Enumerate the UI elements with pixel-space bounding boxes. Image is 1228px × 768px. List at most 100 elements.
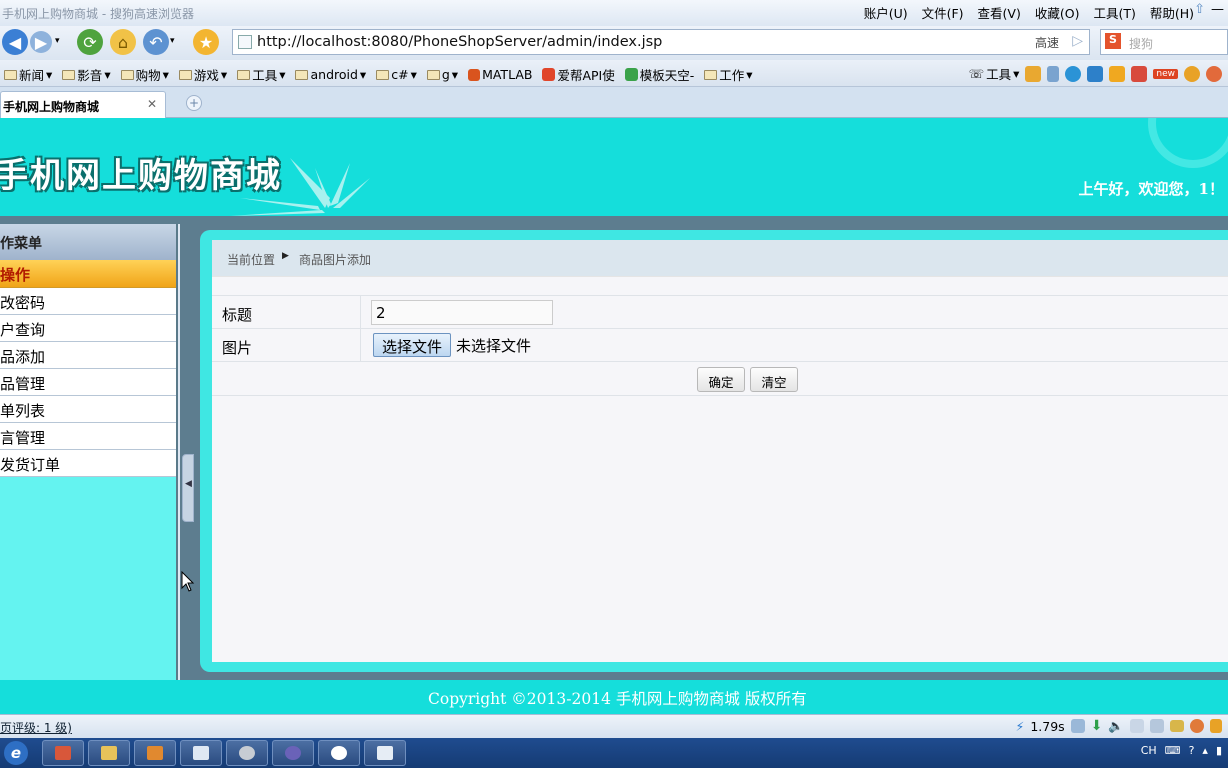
bookmark-folder-media[interactable]: 影音 ▾	[62, 65, 111, 84]
taskbar-app-2[interactable]	[88, 740, 130, 766]
menu-item-change-password[interactable]: 改密码	[0, 288, 176, 315]
edit-icon[interactable]	[1070, 719, 1085, 733]
toolbox-label: 工具	[986, 67, 1012, 82]
header-separator	[0, 216, 1228, 224]
skin-icon[interactable]: ⇧	[1194, 2, 1205, 17]
bird-icon[interactable]	[1065, 65, 1082, 82]
bookmark-label: MATLAB	[482, 67, 533, 82]
download-icon[interactable]: ⬇	[1091, 718, 1103, 734]
bookmark-folder-work[interactable]: 工作 ▾	[704, 65, 753, 84]
choose-file-button[interactable]: 选择文件	[373, 333, 451, 357]
camera-icon[interactable]	[1130, 719, 1144, 733]
search-placeholder: 搜狗	[1129, 37, 1154, 51]
menu-item-message-manage[interactable]: 言管理	[0, 423, 176, 450]
menu-view[interactable]: 查看(V)	[978, 3, 1021, 22]
title-input[interactable]	[371, 300, 553, 325]
taskbar-app-1[interactable]	[42, 740, 84, 766]
menu-group-operations[interactable]: 操作	[0, 260, 176, 288]
bookmark-folder-games[interactable]: 游戏 ▾	[178, 65, 227, 84]
bookmark-folder-shopping[interactable]: 购物 ▾	[120, 65, 169, 84]
clear-button[interactable]: 清空	[750, 367, 798, 392]
matlab-icon	[468, 68, 481, 81]
menu-item-user-query[interactable]: 户查询	[0, 315, 176, 342]
folder-icon	[295, 69, 309, 80]
taskbar-app-4[interactable]	[180, 740, 222, 766]
headset-icon[interactable]	[1087, 65, 1104, 82]
ie-icon[interactable]: e	[4, 741, 28, 765]
history-dropdown-icon[interactable]: ▾	[55, 36, 60, 46]
network-icon[interactable]: ▮	[1216, 744, 1222, 757]
cloud-sync-icon[interactable]	[1025, 65, 1042, 82]
keyboard-icon[interactable]: ⌨	[1165, 744, 1181, 757]
forward-button[interactable]: ▶	[30, 31, 52, 53]
menu-favorites[interactable]: 收藏(O)	[1035, 3, 1080, 22]
bookmark-template-sky[interactable]: 模板天空-	[624, 65, 694, 84]
bookmark-folder-g[interactable]: g ▾	[426, 65, 458, 84]
sogou-search-icon: S	[1105, 33, 1121, 49]
title-label: 标题	[212, 296, 361, 328]
home-button[interactable]: ⌂	[110, 29, 136, 55]
menu-item-product-manage[interactable]: 品管理	[0, 369, 176, 396]
sidebar-collapse-handle[interactable]: ◀	[182, 454, 194, 522]
taskbar-app-6[interactable]	[272, 740, 314, 766]
gear-icon	[239, 746, 255, 760]
taskbar-app-3[interactable]	[134, 740, 176, 766]
minimize-icon[interactable]: —	[1211, 2, 1224, 17]
shield-icon[interactable]	[1210, 719, 1222, 733]
bookmark-folder-android[interactable]: android ▾	[295, 65, 366, 84]
bookmark-folder-csharp[interactable]: c# ▾	[376, 65, 417, 84]
address-url[interactable]: http://localhost:8080/PhoneShopServer/ad…	[257, 34, 662, 50]
menu-help[interactable]: 帮助(H)	[1150, 3, 1194, 22]
taskbar-app-5[interactable]	[226, 740, 268, 766]
page-rating[interactable]: 页评级: 1 级)	[0, 719, 72, 736]
favorites-star-button[interactable]: ★	[193, 29, 219, 55]
bookmark-matlab[interactable]: MATLAB	[468, 65, 532, 84]
undo-dropdown-icon[interactable]: ▾	[170, 36, 175, 46]
image-add-form: 标题 图片 选择文件 未选择文件 确定 清空	[212, 295, 1228, 396]
input-language[interactable]: CH	[1141, 744, 1157, 757]
zoom-icon[interactable]	[1150, 719, 1164, 733]
screenshot-icon[interactable]	[1047, 65, 1060, 82]
browser-menu: 账户(U) 文件(F) 查看(V) 收藏(O) 工具(T) 帮助(H)	[864, 3, 1194, 22]
new-badge[interactable]: new	[1153, 68, 1178, 79]
tray-arrow-icon[interactable]: ▴	[1202, 744, 1208, 757]
bookmark-folder-tools[interactable]: 工具 ▾	[237, 65, 285, 84]
menu-account[interactable]: 账户(U)	[864, 3, 908, 22]
menu-item-ship-orders[interactable]: 发货订单	[0, 450, 176, 477]
menu-file[interactable]: 文件(F)	[922, 3, 964, 22]
confirm-button[interactable]: 确定	[697, 367, 745, 392]
back-button[interactable]: ◀	[2, 29, 28, 55]
taskbar-app-7[interactable]	[318, 740, 360, 766]
undo-close-button[interactable]: ↶	[143, 29, 169, 55]
splash-decoration-icon	[230, 158, 370, 216]
new-tab-button[interactable]: +	[186, 95, 202, 111]
settings-icon[interactable]	[1184, 65, 1200, 82]
go-icon[interactable]: ▷	[1072, 33, 1083, 49]
bookmark-label: g	[441, 67, 450, 82]
volume-icon[interactable]: 🔈	[1108, 718, 1124, 734]
bookmark-aibang-api[interactable]: 爱帮API使	[542, 65, 615, 84]
taskbar-app-8[interactable]	[364, 740, 406, 766]
menu-item-order-list[interactable]: 单列表	[0, 396, 176, 423]
window-icon[interactable]	[1170, 720, 1184, 732]
bookmark-label: 新闻	[19, 68, 45, 83]
address-bar[interactable]: http://localhost:8080/PhoneShopServer/ad…	[232, 29, 1090, 55]
bookmark-label: 工具	[252, 68, 278, 83]
menu-tools[interactable]: 工具(T)	[1093, 3, 1135, 22]
refresh-button[interactable]: ⟳	[77, 29, 103, 55]
eye-care-icon[interactable]	[1206, 65, 1222, 82]
browser-title-bar: 手机网上购物商城 - 搜狗高速浏览器 账户(U) 文件(F) 查看(V) 收藏(…	[0, 0, 1228, 26]
help-icon[interactable]: ?	[1189, 744, 1195, 757]
eye-icon[interactable]	[1190, 719, 1204, 733]
speed-mode-label[interactable]: 高速	[1035, 34, 1059, 51]
translate-icon[interactable]	[1109, 65, 1126, 82]
tab-shop-admin[interactable]: 手机网上购物商城 ✕	[0, 91, 166, 118]
template-icon	[624, 68, 638, 81]
search-box[interactable]: S 搜狗	[1100, 29, 1228, 55]
close-tab-icon[interactable]: ✕	[147, 97, 157, 111]
notes-icon[interactable]	[1131, 65, 1148, 82]
toolbox-button[interactable]: ☏ 工具 ▾	[968, 64, 1019, 83]
bookmark-label: 工作	[719, 68, 745, 83]
menu-item-product-add[interactable]: 品添加	[0, 342, 176, 369]
bookmark-folder-news[interactable]: 新闻 ▾	[4, 65, 52, 84]
